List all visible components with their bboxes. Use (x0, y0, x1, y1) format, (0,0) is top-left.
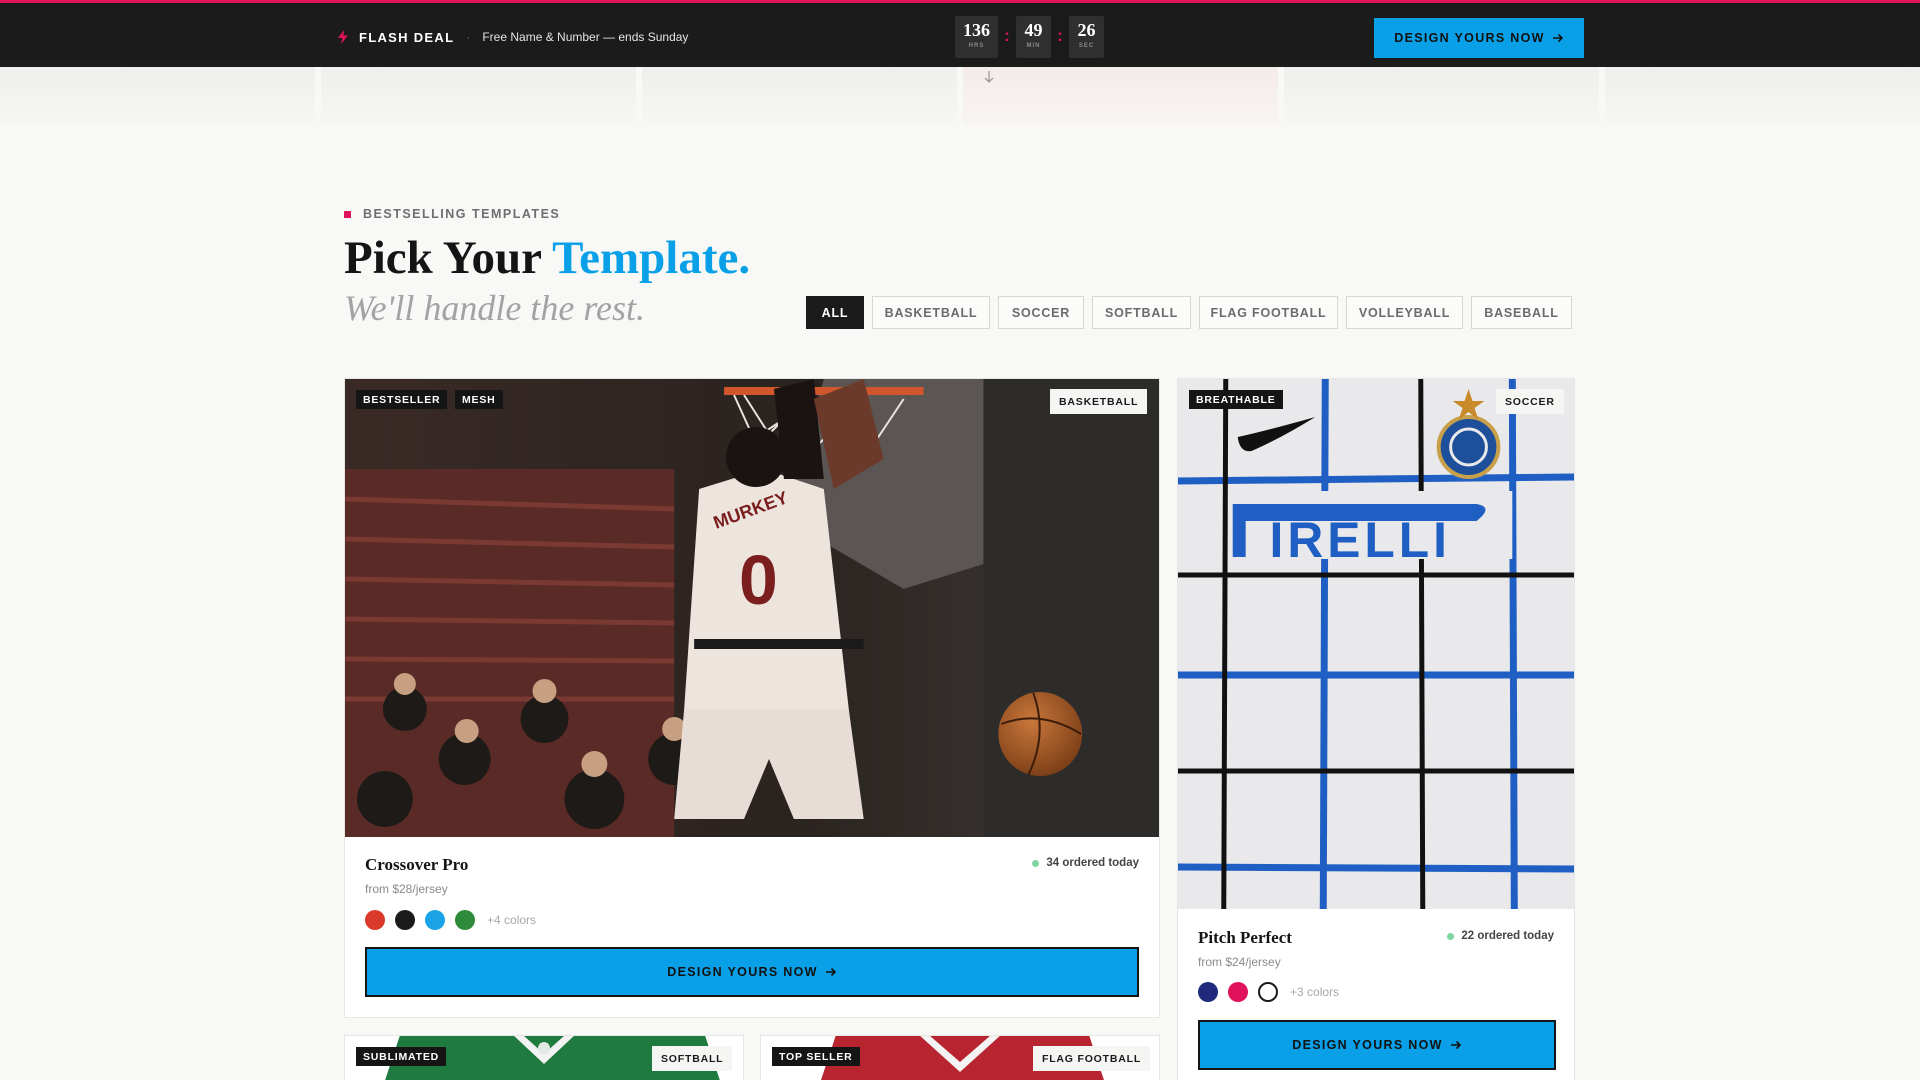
ordered-today: 22 ordered today (1447, 930, 1554, 942)
filter-tab-baseball[interactable]: BASEBALL (1471, 296, 1572, 329)
ordered-today-text: 22 ordered today (1461, 930, 1554, 942)
color-swatch-pink[interactable] (1228, 982, 1248, 1002)
color-swatches: +3 colors (1198, 982, 1339, 1002)
filter-tab-softball[interactable]: SOFTBALL (1092, 296, 1191, 329)
sport-filter-tabs: ALL BASKETBALL SOCCER SOFTBALL FLAG FOOT… (806, 296, 1572, 329)
arrow-down-icon[interactable] (983, 70, 995, 84)
jersey-sponsor: IRELLI (1270, 512, 1451, 568)
tag-breathable: BREATHABLE (1189, 390, 1283, 409)
countdown-hours-unit: HRS (968, 43, 985, 49)
cta-label: DESIGN YOURS NOW (667, 965, 818, 979)
flash-deal-info: FLASH DEAL · Free Name & Number — ends S… (337, 28, 688, 46)
countdown-colon: : (1004, 26, 1010, 45)
template-card-softball[interactable]: SUBLIMATED SOFTBALL (344, 1035, 744, 1080)
template-card-flag-football[interactable]: TOP SELLER FLAG FOOTBALL (760, 1035, 1160, 1080)
tag-bestseller: BESTSELLER (356, 390, 448, 409)
arrow-right-icon (1450, 1040, 1461, 1050)
countdown-seconds-value: 26 (1077, 20, 1096, 40)
ghost-tile (1284, 67, 1599, 125)
status-dot-icon (1447, 932, 1455, 940)
flash-deal-bar: FLASH DEAL · Free Name & Number — ends S… (0, 0, 1920, 67)
flash-cta-label: DESIGN YOURS NOW (1394, 31, 1545, 45)
template-card-pitch-perfect[interactable]: IRELLI BREATHABLE SOCCER Pitch Perfect f… (1177, 378, 1575, 1080)
page-subtitle: We'll handle the rest. (344, 288, 645, 328)
section-eyebrow: BESTSELLING TEMPLATES (344, 207, 560, 221)
tag-sublimated: SUBLIMATED (356, 1047, 447, 1066)
ghost-tile (321, 67, 636, 125)
page-title: Pick Your Template. (344, 230, 750, 286)
ghost-tile (0, 67, 315, 125)
sport-badge-softball: SOFTBALL (652, 1046, 733, 1071)
color-swatch-green[interactable] (455, 910, 475, 930)
ghost-tile (963, 67, 1278, 125)
template-name: Crossover Pro (365, 855, 469, 874)
more-colors-link[interactable]: +4 colors (487, 913, 536, 927)
more-colors-link[interactable]: +3 colors (1290, 985, 1339, 999)
filter-tab-volleyball[interactable]: VOLLEYBALL (1346, 296, 1463, 329)
countdown-hours-value: 136 (963, 20, 990, 40)
arrow-right-icon (825, 967, 836, 977)
color-swatch-blue[interactable] (425, 910, 445, 930)
countdown-seconds: 26 SEC (1069, 16, 1104, 58)
soccer-jersey-photo: IRELLI (1178, 379, 1574, 909)
design-yours-now-button[interactable]: DESIGN YOURS NOW (365, 947, 1139, 997)
ghost-tile (1605, 67, 1920, 125)
template-price: from $24/jersey (1198, 955, 1281, 969)
color-swatch-red[interactable] (365, 910, 385, 930)
color-swatch-navy[interactable] (1198, 982, 1218, 1002)
countdown-minutes-value: 49 (1024, 20, 1043, 40)
filter-tab-flag-football[interactable]: FLAG FOOTBALL (1199, 296, 1338, 329)
ghost-template-strip (0, 67, 1920, 125)
flash-deal-label: FLASH DEAL (359, 29, 455, 45)
color-swatch-white[interactable] (1258, 982, 1278, 1002)
sport-badge-basketball: BASKETBALL (1050, 389, 1148, 414)
design-yours-now-button[interactable]: DESIGN YOURS NOW (1198, 1020, 1556, 1070)
template-card-crossover-pro[interactable]: MURKEY 0 BESTSELLER MESH BASKETBALL Cros… (344, 378, 1160, 1018)
flash-design-yours-now-button[interactable]: DESIGN YOURS NOW (1374, 18, 1584, 58)
lightning-icon (338, 30, 348, 44)
title-accent: Template. (552, 232, 751, 284)
sport-badge-flag-football: FLAG FOOTBALL (1033, 1046, 1151, 1071)
countdown-timer: 136 HRS : 49 MIN : 26 SEC (955, 16, 1104, 58)
countdown-colon: : (1057, 26, 1063, 45)
ghost-tile (642, 67, 957, 125)
countdown-minutes-unit: MIN (1026, 43, 1041, 49)
eyebrow-text: BESTSELLING TEMPLATES (363, 207, 561, 221)
ordered-today: 34 ordered today (1032, 857, 1139, 869)
flash-deal-text: Free Name & Number — ends Sunday (482, 30, 689, 44)
arrow-right-icon (1552, 33, 1563, 43)
countdown-minutes: 49 MIN (1016, 16, 1051, 58)
filter-tab-soccer[interactable]: SOCCER (998, 296, 1084, 329)
jersey-number: 0 (739, 541, 778, 619)
template-name: Pitch Perfect (1198, 928, 1292, 947)
status-dot-icon (1032, 859, 1040, 867)
tag-mesh: MESH (455, 390, 503, 409)
color-swatches: +4 colors (365, 910, 536, 930)
template-price: from $28/jersey (365, 882, 448, 896)
title-main: Pick Your (344, 232, 542, 284)
filter-tab-all[interactable]: ALL (806, 296, 864, 329)
countdown-hours: 136 HRS (955, 16, 998, 58)
tag-top-seller: TOP SELLER (772, 1047, 860, 1066)
eyebrow-square-icon (344, 210, 351, 218)
filter-tab-basketball[interactable]: BASKETBALL (872, 296, 990, 329)
basketball-dunk-photo: MURKEY 0 (345, 379, 1159, 837)
cta-label: DESIGN YOURS NOW (1292, 1038, 1443, 1052)
sport-badge-soccer: SOCCER (1496, 389, 1564, 414)
color-swatch-black[interactable] (395, 910, 415, 930)
flash-separator: · (466, 30, 471, 44)
countdown-seconds-unit: SEC (1078, 43, 1095, 49)
ordered-today-text: 34 ordered today (1046, 857, 1139, 869)
